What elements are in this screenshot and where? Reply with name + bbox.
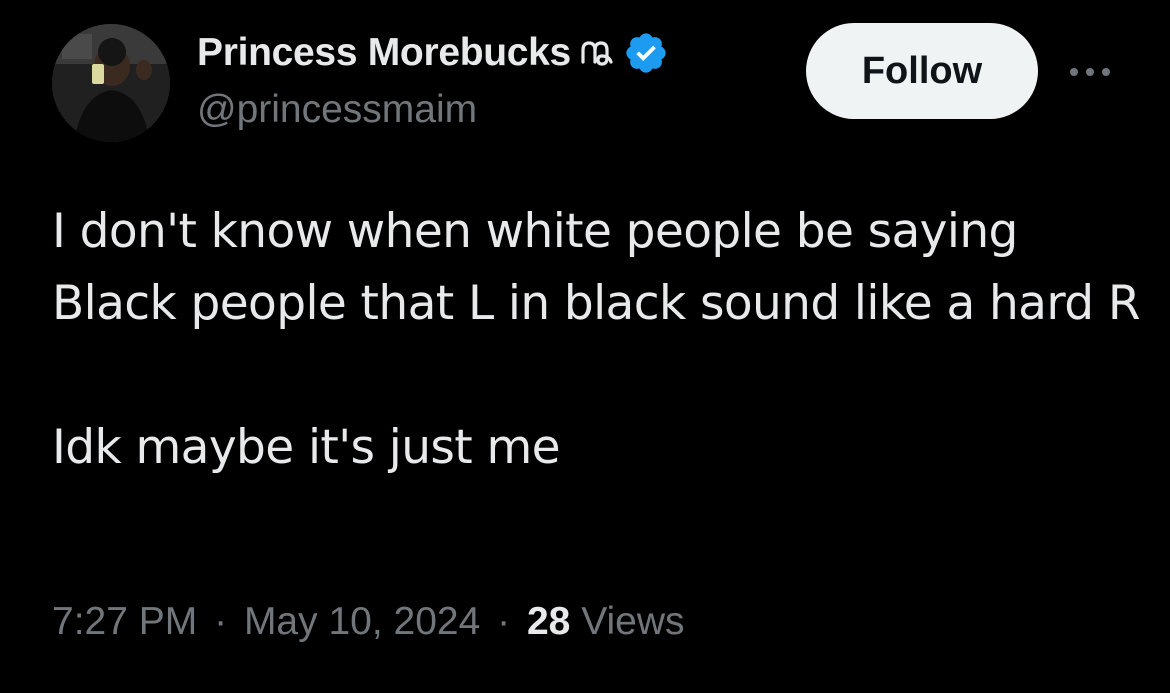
more-options-icon[interactable]: [1066, 60, 1114, 84]
tweet-date[interactable]: May 10, 2024: [244, 600, 480, 643]
tweet-author: Princess Morebucks @princessmaim: [197, 28, 669, 132]
capricorn-icon: [579, 38, 617, 68]
avatar[interactable]: [52, 24, 170, 142]
avatar-photo: [52, 24, 170, 142]
verified-badge-icon: [623, 30, 669, 76]
name-row: Princess Morebucks: [197, 28, 669, 78]
display-name[interactable]: Princess Morebucks: [197, 31, 571, 75]
views-count: 28: [526, 600, 571, 643]
tweet-meta: 7:27 PM · May 10, 2024 · 28 Views: [52, 600, 685, 644]
tweet-paragraph: I don't know when white people be saying…: [52, 204, 1141, 331]
tweet-text: I don't know when white people be saying…: [52, 196, 1142, 484]
user-handle[interactable]: @princessmaim: [197, 88, 669, 132]
meta-separator: ·: [214, 600, 228, 643]
tweet-spacer: [52, 340, 1142, 412]
meta-separator: ·: [497, 600, 511, 643]
views-label: Views: [581, 600, 685, 643]
tweet-paragraph: Idk maybe it's just me: [52, 420, 561, 475]
tweet-time[interactable]: 7:27 PM: [52, 600, 197, 643]
follow-button[interactable]: Follow: [806, 23, 1038, 119]
